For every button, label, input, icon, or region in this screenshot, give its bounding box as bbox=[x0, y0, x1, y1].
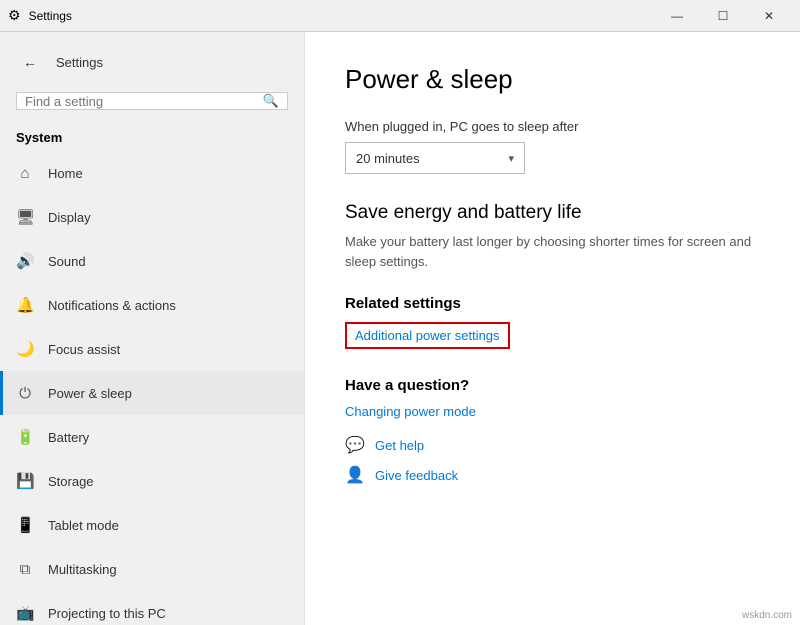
watermark: wskdn.com bbox=[742, 610, 792, 621]
battery-icon: 🔋 bbox=[16, 428, 34, 446]
get-help-icon: 💬 bbox=[345, 435, 365, 455]
sleep-value: 20 minutes bbox=[356, 151, 420, 166]
get-help-link[interactable]: Get help bbox=[375, 438, 424, 453]
sidebar-item-notifications[interactable]: 🔔 Notifications & actions bbox=[0, 283, 304, 327]
sidebar-header: ← Settings bbox=[0, 32, 304, 84]
page-title: Power & sleep bbox=[345, 64, 760, 95]
title-bar: ⚙ Settings — ☐ ✕ bbox=[0, 0, 800, 32]
display-label: Display bbox=[48, 210, 91, 225]
close-button[interactable]: ✕ bbox=[746, 0, 792, 32]
minimize-button[interactable]: — bbox=[654, 0, 700, 32]
sidebar-item-battery[interactable]: 🔋 Battery bbox=[0, 415, 304, 459]
give-feedback-icon: 👤 bbox=[345, 465, 365, 485]
have-a-question-title: Have a question? bbox=[345, 377, 760, 394]
app-body: ← Settings 🔍 System ⌂ Home 🖥 Display 🔊 S… bbox=[0, 32, 800, 625]
sound-icon: 🔊 bbox=[16, 252, 34, 270]
tablet-label: Tablet mode bbox=[48, 518, 119, 533]
app-icon: ⚙ bbox=[8, 7, 21, 24]
search-icon[interactable]: 🔍 bbox=[263, 93, 279, 109]
sound-label: Sound bbox=[48, 254, 86, 269]
sidebar-item-sound[interactable]: 🔊 Sound bbox=[0, 239, 304, 283]
focus-icon: 🌙 bbox=[16, 340, 34, 358]
changing-power-mode-link[interactable]: Changing power mode bbox=[345, 404, 760, 419]
get-help-item: 💬 Get help bbox=[345, 435, 760, 455]
sidebar-item-power[interactable]: ⏻ Power & sleep bbox=[0, 371, 304, 415]
sidebar-item-storage[interactable]: 💾 Storage bbox=[0, 459, 304, 503]
projecting-label: Projecting to this PC bbox=[48, 606, 166, 621]
tablet-icon: 📱 bbox=[16, 516, 34, 534]
title-bar-left: ⚙ Settings bbox=[8, 7, 72, 24]
related-settings-title: Related settings bbox=[345, 295, 760, 312]
back-button[interactable]: ← bbox=[16, 48, 44, 76]
dropdown-arrow-icon: ▾ bbox=[508, 152, 514, 165]
sidebar-item-display[interactable]: 🖥 Display bbox=[0, 195, 304, 239]
battery-label: Battery bbox=[48, 430, 89, 445]
storage-label: Storage bbox=[48, 474, 94, 489]
main-panel: Power & sleep When plugged in, PC goes t… bbox=[305, 32, 800, 625]
related-settings-section: Related settings Additional power settin… bbox=[345, 295, 760, 349]
power-label: Power & sleep bbox=[48, 386, 132, 401]
sidebar: ← Settings 🔍 System ⌂ Home 🖥 Display 🔊 S… bbox=[0, 32, 305, 625]
storage-icon: 💾 bbox=[16, 472, 34, 490]
display-icon: 🖥 bbox=[16, 208, 34, 226]
sidebar-app-title: Settings bbox=[56, 55, 103, 70]
sidebar-item-home[interactable]: ⌂ Home bbox=[0, 151, 304, 195]
power-icon: ⏻ bbox=[16, 385, 34, 402]
give-feedback-link[interactable]: Give feedback bbox=[375, 468, 458, 483]
energy-section-title: Save energy and battery life bbox=[345, 202, 760, 224]
system-section-label: System bbox=[0, 118, 304, 151]
notifications-label: Notifications & actions bbox=[48, 298, 176, 313]
search-input[interactable] bbox=[25, 94, 263, 109]
notifications-icon: 🔔 bbox=[16, 296, 34, 314]
nav-list: ⌂ Home 🖥 Display 🔊 Sound 🔔 Notifications… bbox=[0, 151, 304, 625]
sleep-setting-group: When plugged in, PC goes to sleep after … bbox=[345, 119, 760, 174]
home-label: Home bbox=[48, 166, 83, 181]
focus-label: Focus assist bbox=[48, 342, 120, 357]
title-bar-controls: — ☐ ✕ bbox=[654, 0, 792, 32]
sleep-dropdown[interactable]: 20 minutes ▾ bbox=[345, 142, 525, 174]
search-box[interactable]: 🔍 bbox=[16, 92, 288, 110]
sidebar-item-multitasking[interactable]: ⧉ Multitasking bbox=[0, 547, 304, 591]
projecting-icon: 📺 bbox=[16, 604, 34, 622]
sidebar-item-focus[interactable]: 🌙 Focus assist bbox=[0, 327, 304, 371]
title-bar-title: Settings bbox=[29, 9, 72, 23]
home-icon: ⌂ bbox=[16, 165, 34, 182]
sleep-label: When plugged in, PC goes to sleep after bbox=[345, 119, 760, 134]
additional-power-settings-link[interactable]: Additional power settings bbox=[345, 322, 510, 349]
back-icon: ← bbox=[23, 54, 37, 70]
sidebar-item-projecting[interactable]: 📺 Projecting to this PC bbox=[0, 591, 304, 625]
sidebar-item-tablet[interactable]: 📱 Tablet mode bbox=[0, 503, 304, 547]
energy-section-desc: Make your battery last longer by choosin… bbox=[345, 232, 760, 271]
multitasking-icon: ⧉ bbox=[16, 561, 34, 578]
give-feedback-item: 👤 Give feedback bbox=[345, 465, 760, 485]
maximize-button[interactable]: ☐ bbox=[700, 0, 746, 32]
multitasking-label: Multitasking bbox=[48, 562, 117, 577]
